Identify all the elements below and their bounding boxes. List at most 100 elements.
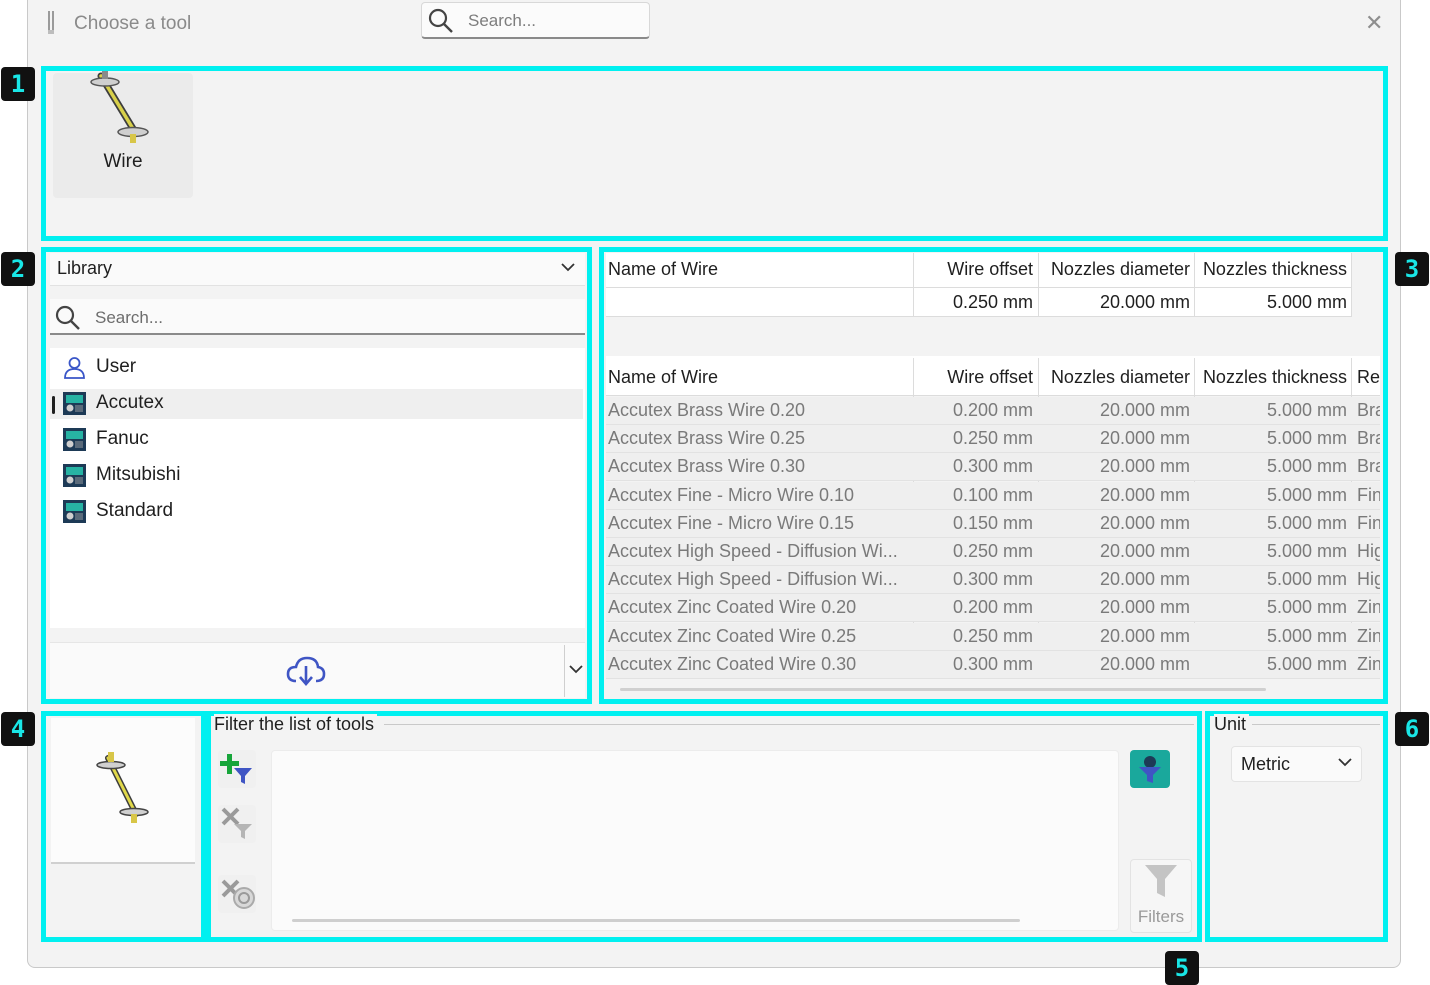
annotation-badge-2: 2 [1,252,35,286]
table-row[interactable]: Accutex Brass Wire 0.25 0.250 mm 20.000 mm… [606,425,1380,454]
filter-value-nozzle-diameter[interactable]: 20.000 mm [1042,292,1190,313]
table-cell: 5.000 mm [1266,512,1347,533]
table-cell: Accutex Brass Wire 0.20 [608,400,806,420]
table-cell: Bra [1357,456,1380,477]
table-cell: 0.100 mm [952,484,1033,505]
table-cell: 5.000 mm [1266,569,1347,590]
table-row[interactable]: Accutex Zinc Coated Wire 0.20 0.200 mm 20.… [606,594,1380,623]
library-item-label: Fanuc [96,428,149,449]
table-header-nozzle-thickness[interactable]: Nozzles thickness [1198,367,1347,388]
machine-library-icon [63,428,86,451]
chevron-down-icon [561,263,575,272]
annotation-badge-1: 1 [1,67,35,101]
annotation-badge-4: 4 [1,712,35,746]
filter-header-name: Name of Wire [608,259,719,279]
search-icon [428,8,453,33]
machine-library-icon [63,392,86,415]
table-cell: 0.150 mm [952,512,1033,533]
tool-type-label: Wire [103,151,143,172]
table-cell: Accutex Zinc Coated Wire 0.20 [608,597,857,618]
library-dropdown-label: Library [57,258,113,278]
table-cell: Hig [1357,569,1380,590]
table-cell: 5.000 mm [1266,456,1347,477]
table-cell: 0.300 mm [952,569,1033,590]
library-item-user[interactable]: User [50,353,583,383]
table-row[interactable]: Accutex Fine - Micro Wire 0.10 0.100 mm 20… [606,481,1380,510]
chevron-down-icon [1338,758,1352,767]
table-header-reference[interactable]: Re [1357,367,1380,388]
filter-value-nozzle-thickness[interactable]: 5.000 mm [1198,292,1347,313]
filter-list[interactable] [271,750,1119,931]
table-row[interactable]: Accutex Brass Wire 0.20 0.200 mm 20.000 mm… [606,397,1380,425]
library-item-standard[interactable]: Standard [50,497,583,527]
unit-groupbox-line [1252,724,1380,725]
library-item-mitsubishi[interactable]: Mitsubishi [50,461,583,491]
table-row[interactable]: Accutex Fine - Micro Wire 0.15 0.150 mm 20… [606,509,1380,538]
library-item-accutex[interactable]: Accutex [50,389,583,419]
table-cell: 20.000 mm [1099,456,1190,477]
column-divider [1038,253,1039,317]
table-cell: 20.000 mm [1099,541,1190,561]
table-cell: 5.000 mm [1266,428,1347,449]
table-cell: Accutex Zinc Coated Wire 0.30 [608,653,857,674]
wire-tool-icon [90,71,149,143]
table-cell: 5.000 mm [1266,400,1347,420]
table-header-divider [606,395,1380,396]
table-cell: 0.250 mm [952,625,1033,646]
filter-header-offset: Wire offset [947,259,1033,279]
funnel-icon [1145,865,1177,897]
tool-app-icon [48,11,54,34]
clear-filters-icon [221,879,255,909]
table-cell: Bra [1357,428,1380,449]
filter-groupbox-line [384,724,1194,725]
table-cell: Zin [1357,625,1380,646]
table-row[interactable]: Accutex High Speed - Diffusion Wi... 0.30… [606,566,1380,595]
unit-dropdown-value: Metric [1241,754,1290,774]
table-cell: 0.300 mm [952,456,1033,477]
close-icon[interactable]: ✕ [1365,12,1383,34]
filter-header-nozzle-diameter: Nozzles diameter [1050,259,1190,279]
table-cell: Accutex Brass Wire 0.25 [608,428,806,449]
table-cell: 5.000 mm [1266,541,1347,561]
library-dropdown[interactable] [50,253,585,286]
table-row[interactable]: Accutex High Speed - Diffusion Wi... 0.25… [606,538,1380,566]
table-cell: Bra [1357,400,1380,420]
annotation-frame-1 [41,66,1388,241]
filter-groupbox-legend: Filter the list of tools [214,714,378,735]
annotation-badge-6: 6 [1395,712,1429,746]
filter-value-offset[interactable]: 0.250 mm [917,292,1033,313]
table-hscrollbar[interactable] [620,688,1266,691]
table-header-name[interactable]: Name of Wire [608,367,718,388]
table-cell: Accutex Brass Wire 0.30 [608,456,806,477]
library-search-placeholder: Search... [95,308,164,327]
unit-groupbox-legend: Unit [1214,714,1250,735]
table-cell: Fin [1357,512,1380,533]
table-cell: 0.250 mm [952,428,1033,449]
table-header-offset[interactable]: Wire offset [917,367,1033,388]
table-cell: 20.000 mm [1099,625,1190,646]
table-cell: 5.000 mm [1266,597,1347,618]
table-cell: 5.000 mm [1266,625,1347,646]
annotation-badge-5: 5 [1165,951,1199,985]
table-cell: Accutex Zinc Coated Wire 0.25 [608,625,857,646]
cloud-download-icon[interactable] [286,655,326,687]
selection-indicator [52,396,55,414]
add-filter-icon [220,754,252,784]
chevron-down-icon[interactable] [568,664,584,674]
table-row[interactable]: Accutex Zinc Coated Wire 0.25 0.250 mm 20.… [606,622,1380,651]
filter-list-scrollbar[interactable] [292,919,1020,922]
library-item-fanuc[interactable]: Fanuc [50,425,583,455]
library-item-label: Standard [96,500,174,521]
window-title: Choose a tool [74,13,192,34]
table-cell: 20.000 mm [1099,569,1190,590]
table-row[interactable]: Accutex Brass Wire 0.30 0.300 mm 20.000 mm… [606,453,1380,482]
table-cell: Zin [1357,597,1380,618]
filter-row-divider [606,287,1352,288]
global-search-placeholder: Search... [468,11,537,30]
table-cell: Zin [1357,653,1380,674]
table-cell: Accutex High Speed - Diffusion Wi... [608,569,898,590]
machine-library-icon [63,500,86,523]
table-cell: 20.000 mm [1099,400,1190,420]
table-header-nozzle-diameter[interactable]: Nozzles diameter [1042,367,1190,388]
table-row[interactable]: Accutex Zinc Coated Wire 0.30 0.300 mm 20.… [606,650,1380,679]
